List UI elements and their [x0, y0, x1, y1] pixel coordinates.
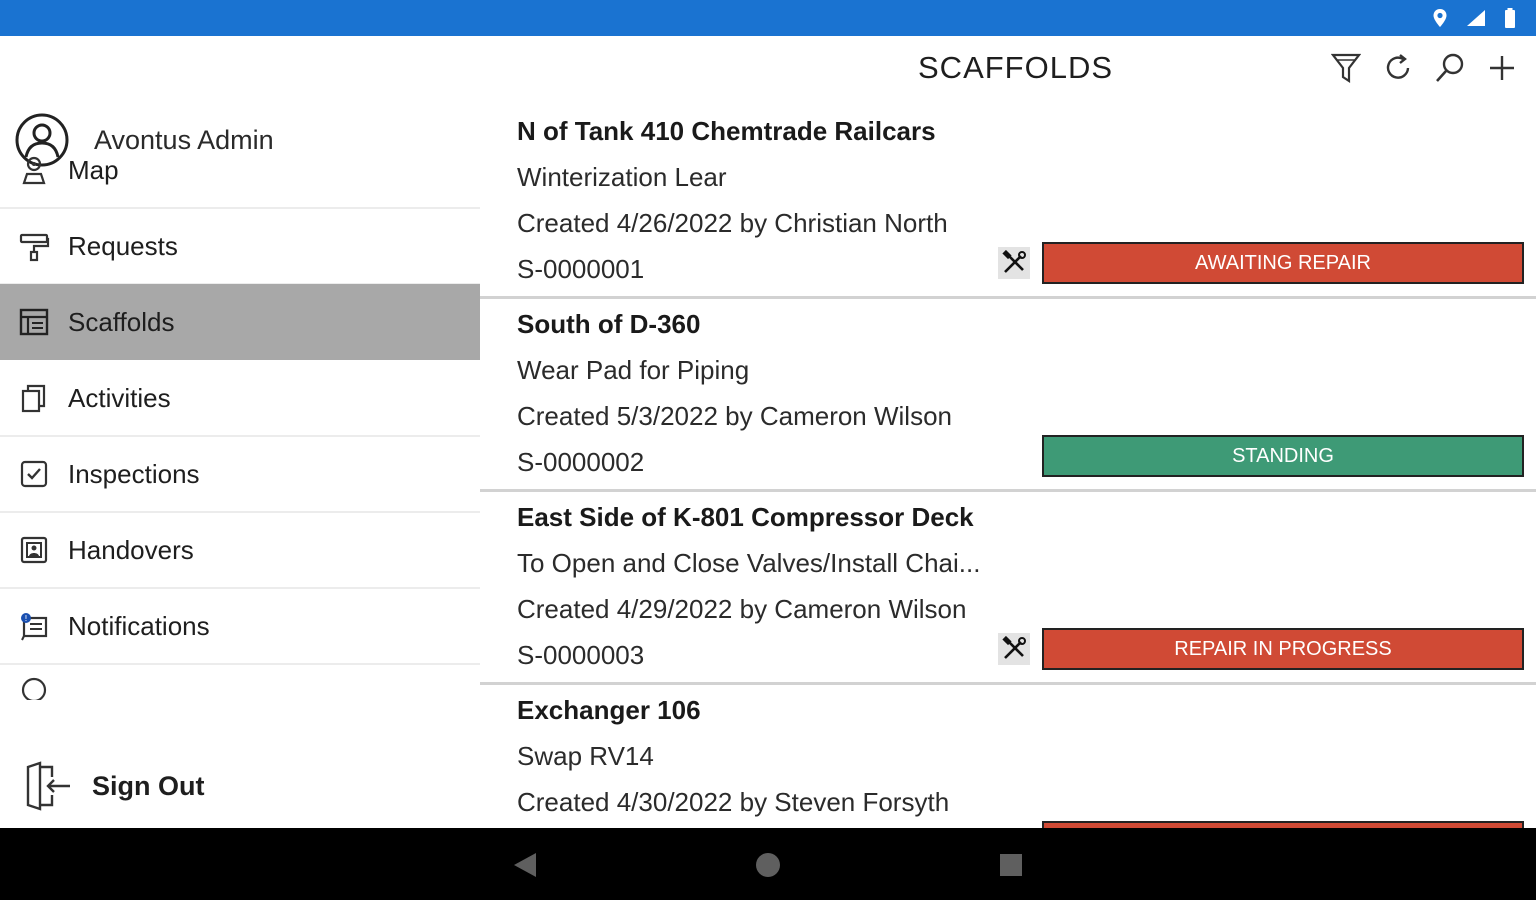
menu-item-clipped	[0, 664, 480, 704]
copy-pages-icon	[16, 380, 52, 416]
scaffold-description: Wear Pad for Piping	[517, 355, 750, 385]
menu-item-map[interactable]: Map	[0, 132, 480, 209]
sign-out-icon	[26, 761, 70, 811]
home-button[interactable]	[753, 850, 783, 880]
status-badge: AWAITING REPAIR	[1042, 242, 1524, 284]
toolbar	[1330, 50, 1518, 86]
settings-icon	[16, 666, 52, 702]
scaffold-list: N of Tank 410 Chemtrade Railcars Winteri…	[480, 106, 1536, 828]
scaffold-location: East Side of K-801 Compressor Deck	[517, 502, 974, 532]
menu-item-activities[interactable]: Activities	[0, 360, 480, 437]
map-person-icon	[16, 152, 52, 188]
scaffold-location: South of D-360	[517, 309, 701, 339]
table-layout-icon	[16, 304, 52, 340]
add-button[interactable]	[1486, 50, 1518, 86]
home-icon	[756, 853, 780, 877]
back-icon	[514, 853, 536, 877]
paint-roller-icon	[16, 228, 52, 264]
repair-tools-icon	[998, 633, 1030, 665]
menu-item-requests[interactable]: Requests	[0, 208, 480, 285]
recents-icon	[1000, 854, 1022, 876]
scaffold-created: Created 4/29/2022 by Cameron Wilson	[517, 594, 967, 624]
notification-icon: !	[16, 608, 52, 644]
filter-icon	[1331, 53, 1361, 84]
sign-out-button[interactable]: Sign Out	[22, 758, 204, 814]
scaffold-row[interactable]: N of Tank 410 Chemtrade Railcars Winteri…	[480, 106, 1536, 299]
search-button[interactable]	[1434, 50, 1466, 86]
filter-button[interactable]	[1330, 50, 1362, 86]
scaffold-row[interactable]: East Side of K-801 Compressor Deck To Op…	[480, 492, 1536, 685]
recents-button[interactable]	[996, 850, 1026, 880]
repair-tools-icon	[998, 247, 1030, 279]
scaffold-number: S-0000003	[517, 640, 645, 670]
refresh-icon	[1386, 54, 1410, 79]
scaffold-created: Created 5/3/2022 by Cameron Wilson	[517, 401, 953, 431]
signal-icon	[1467, 10, 1485, 26]
menu-item-scaffolds[interactable]: Scaffolds	[0, 284, 480, 360]
location-icon	[1433, 9, 1447, 27]
page-title: SCAFFOLDS	[918, 50, 1114, 85]
scaffold-description: Winterization Lear	[517, 162, 727, 192]
menu-label: Scaffolds	[68, 306, 175, 337]
menu-label: Requests	[68, 230, 178, 261]
menu-label: Handovers	[68, 534, 194, 565]
menu-item-handovers[interactable]: Handovers	[0, 512, 480, 589]
scaffold-description: Swap RV14	[517, 741, 654, 771]
menu-label: Notifications	[68, 610, 210, 641]
scaffold-created: Created 4/26/2022 by Christian North	[517, 208, 948, 238]
status-badge: REPAIR IN PROGRESS	[1042, 628, 1524, 670]
scaffold-row[interactable]: South of D-360 Wear Pad for Piping Creat…	[480, 299, 1536, 492]
system-status-bar	[0, 0, 1536, 36]
status-badge: STANDING	[1042, 435, 1524, 477]
system-navigation-bar	[0, 828, 1536, 900]
refresh-button[interactable]	[1382, 50, 1414, 86]
menu-item-notifications[interactable]: ! Notifications	[0, 588, 480, 665]
search-icon	[1436, 53, 1464, 82]
menu-item-inspections[interactable]: Inspections	[0, 436, 480, 513]
svg-text:!: !	[24, 614, 27, 623]
scaffold-row[interactable]: Exchanger 106 Swap RV14 Created 4/30/202…	[480, 685, 1536, 828]
scaffold-location: N of Tank 410 Chemtrade Railcars	[517, 116, 936, 146]
add-icon	[1490, 56, 1514, 80]
menu-label: Activities	[68, 382, 171, 413]
scaffold-number: S-0000002	[517, 447, 645, 477]
scaffold-location: Exchanger 106	[517, 695, 701, 725]
drawer-menu: Map Requests Scaffolds Activities Inspec…	[0, 155, 480, 704]
navigation-drawer: Avontus Admin Map Requests Scaffolds Act…	[0, 36, 480, 828]
sign-out-label: Sign Out	[92, 770, 205, 801]
back-button[interactable]	[510, 850, 540, 880]
battery-icon	[1505, 8, 1515, 28]
scaffold-description: To Open and Close Valves/Install Chai...	[517, 548, 981, 578]
menu-label: Map	[68, 154, 119, 185]
scaffold-number: S-0000001	[517, 254, 645, 284]
menu-label: Inspections	[68, 458, 200, 489]
handover-icon	[16, 532, 52, 568]
checkbox-icon	[16, 456, 52, 492]
status-badge	[1042, 821, 1524, 828]
scaffold-created: Created 4/30/2022 by Steven Forsyth	[517, 787, 950, 817]
